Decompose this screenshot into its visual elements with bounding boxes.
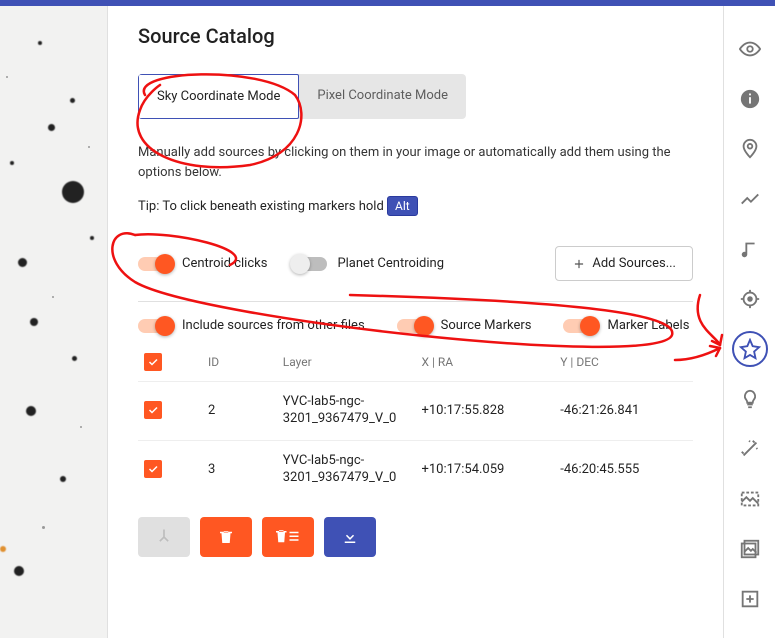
rail-calibrate[interactable] bbox=[724, 424, 775, 474]
switch-icon bbox=[293, 257, 327, 271]
rail-image-ops[interactable] bbox=[724, 474, 775, 524]
sources-table: ID Layer X | RA Y | DEC 2 YVC-lab5-ngc-3… bbox=[138, 343, 693, 499]
toggle-source-markers[interactable]: Source Markers bbox=[397, 318, 532, 333]
rail-stack[interactable] bbox=[724, 524, 775, 574]
table-actions bbox=[138, 517, 693, 557]
click-options-row: Centroid clicks Planet Centroiding Add S… bbox=[138, 236, 693, 291]
rail-info[interactable] bbox=[724, 74, 775, 124]
trend-icon bbox=[739, 188, 761, 210]
toggle-label: Centroid clicks bbox=[182, 256, 267, 271]
rail-marker[interactable] bbox=[724, 124, 775, 174]
col-id[interactable]: ID bbox=[202, 343, 277, 382]
source-catalog-panel: Source Catalog Sky Coordinate Mode Pixel… bbox=[108, 6, 723, 638]
toggle-label: Include sources from other files bbox=[182, 318, 365, 333]
marker-options-row: Include sources from other files Source … bbox=[138, 308, 693, 343]
table-row[interactable]: 3 YVC-lab5-ngc-3201_9367479_V_0 +10:17:5… bbox=[138, 440, 693, 498]
trash-icon bbox=[217, 528, 235, 546]
switch-icon bbox=[138, 257, 172, 271]
cell-ra: +10:17:54.059 bbox=[415, 440, 554, 498]
col-ra[interactable]: X | RA bbox=[415, 343, 554, 382]
toggle-planet-centroiding[interactable]: Planet Centroiding bbox=[293, 256, 444, 271]
rail-photometry[interactable] bbox=[724, 274, 775, 324]
toggle-label: Planet Centroiding bbox=[337, 256, 444, 271]
cell-dec: -46:20:45.555 bbox=[554, 440, 693, 498]
collections-icon bbox=[739, 538, 761, 560]
eye-icon bbox=[739, 38, 761, 60]
cell-ra: +10:17:55.828 bbox=[415, 382, 554, 441]
active-indicator bbox=[732, 331, 768, 367]
bulb-icon bbox=[739, 388, 761, 410]
tip-prefix: Tip: To click beneath existing markers h… bbox=[138, 199, 384, 214]
rail-plot[interactable] bbox=[724, 174, 775, 224]
toggle-label: Marker Labels bbox=[607, 318, 689, 333]
cell-layer: YVC-lab5-ngc-3201_9367479_V_0 bbox=[277, 440, 416, 498]
tab-pixel-mode[interactable]: Pixel Coordinate Mode bbox=[299, 74, 466, 119]
sky-field bbox=[0, 6, 107, 638]
add-box-icon bbox=[739, 588, 761, 610]
helper-text: Manually add sources by clicking on them… bbox=[138, 143, 693, 182]
divider bbox=[138, 301, 693, 302]
merge-button bbox=[138, 517, 190, 557]
cell-id: 3 bbox=[202, 440, 277, 498]
rail-visibility[interactable] bbox=[724, 24, 775, 74]
switch-icon bbox=[397, 319, 431, 333]
delete-all-button[interactable] bbox=[262, 517, 314, 557]
panel-title: Source Catalog bbox=[138, 24, 693, 48]
toggle-marker-labels[interactable]: Marker Labels bbox=[563, 318, 689, 333]
col-select[interactable] bbox=[138, 343, 202, 382]
image-dashed-icon bbox=[739, 488, 761, 510]
rail-light[interactable] bbox=[724, 374, 775, 424]
info-icon bbox=[739, 88, 761, 110]
rail-add[interactable] bbox=[724, 574, 775, 624]
switch-icon bbox=[138, 319, 172, 333]
tool-rail bbox=[723, 6, 775, 638]
music-note-icon bbox=[739, 238, 761, 260]
cell-layer: YVC-lab5-ngc-3201_9367479_V_0 bbox=[277, 382, 416, 441]
toggle-include-other-files[interactable]: Include sources from other files bbox=[138, 318, 365, 333]
checkbox-icon[interactable] bbox=[144, 401, 162, 419]
add-sources-label: Add Sources... bbox=[592, 256, 676, 271]
wand-icon bbox=[739, 438, 761, 460]
tip-row: Tip: To click beneath existing markers h… bbox=[138, 196, 693, 216]
app-topbar bbox=[0, 0, 775, 6]
coordinate-mode-tabs: Sky Coordinate Mode Pixel Coordinate Mod… bbox=[138, 74, 466, 119]
tab-sky-mode[interactable]: Sky Coordinate Mode bbox=[138, 74, 299, 119]
image-viewer[interactable] bbox=[0, 6, 108, 638]
plus-icon bbox=[572, 257, 586, 271]
location-icon bbox=[739, 138, 761, 160]
merge-icon bbox=[154, 527, 174, 547]
checkbox-icon[interactable] bbox=[144, 460, 162, 478]
col-layer[interactable]: Layer bbox=[277, 343, 416, 382]
toggle-label: Source Markers bbox=[441, 318, 532, 333]
delete-selected-button[interactable] bbox=[200, 517, 252, 557]
cell-dec: -46:21:26.841 bbox=[554, 382, 693, 441]
cell-id: 2 bbox=[202, 382, 277, 441]
rail-sources[interactable] bbox=[724, 324, 775, 374]
col-dec[interactable]: Y | DEC bbox=[554, 343, 693, 382]
checkbox-icon bbox=[144, 353, 162, 371]
alt-key-badge: Alt bbox=[387, 196, 418, 216]
trash-list-icon bbox=[276, 528, 300, 546]
target-icon bbox=[739, 288, 761, 310]
download-icon bbox=[341, 528, 359, 546]
rail-sonify[interactable] bbox=[724, 224, 775, 274]
download-button[interactable] bbox=[324, 517, 376, 557]
add-sources-button[interactable]: Add Sources... bbox=[555, 246, 693, 281]
switch-icon bbox=[563, 319, 597, 333]
table-row[interactable]: 2 YVC-lab5-ngc-3201_9367479_V_0 +10:17:5… bbox=[138, 382, 693, 441]
toggle-centroid-clicks[interactable]: Centroid clicks bbox=[138, 256, 267, 271]
